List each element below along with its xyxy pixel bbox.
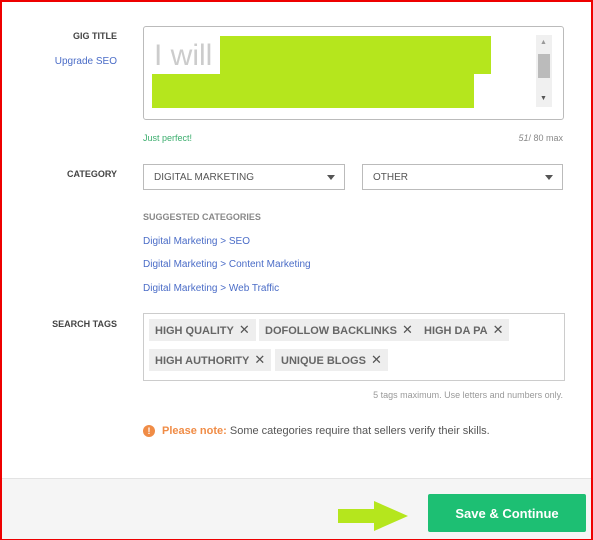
chevron-down-icon [545, 175, 553, 180]
tag: HIGH AUTHORITY ✕ [149, 349, 272, 371]
search-tags-label: SEARCH TAGS [52, 319, 117, 329]
tags-hint: 5 tags maximum. Use letters and numbers … [373, 390, 563, 400]
scroll-thumb[interactable] [538, 54, 550, 78]
chevron-down-icon [327, 175, 335, 180]
gig-title-textarea[interactable]: I will ▲ ▼ [143, 26, 564, 120]
subcategory-select[interactable]: OTHER [362, 164, 563, 190]
save-continue-button[interactable]: Save & Continue [428, 494, 586, 532]
note-text: Some categories require that sellers ver… [229, 425, 490, 437]
close-icon[interactable]: ✕ [239, 322, 250, 337]
redaction-block [152, 74, 474, 108]
scroll-down-icon[interactable]: ▼ [540, 95, 547, 102]
suggested-heading: SUGGESTED CATEGORIES [143, 212, 261, 222]
arrow-icon [338, 501, 408, 531]
gig-title-label: GIG TITLE [73, 31, 117, 41]
char-count: 51/ 80 max [518, 133, 563, 143]
info-icon: ! [143, 425, 155, 437]
tag: HIGH QUALITY ✕ [149, 319, 256, 341]
category-label: CATEGORY [66, 169, 117, 179]
tag: DOFOLLOW BACKLINKS ✕ [259, 319, 419, 341]
tag: UNIQUE BLOGS ✕ [275, 349, 388, 371]
suggested-category[interactable]: Digital Marketing > Web Traffic [143, 283, 279, 294]
suggested-category[interactable]: Digital Marketing > Content Marketing [143, 259, 311, 270]
close-icon[interactable]: ✕ [493, 322, 504, 337]
scrollbar[interactable]: ▲ ▼ [536, 35, 552, 107]
suggested-category[interactable]: Digital Marketing > SEO [143, 236, 250, 247]
redaction-block [220, 36, 491, 74]
title-text: I will [154, 39, 213, 72]
tags-input[interactable]: HIGH QUALITY ✕ DOFOLLOW BACKLINKS ✕ HIGH D… [143, 313, 565, 381]
upgrade-seo-link[interactable]: Upgrade SEO [0, 56, 117, 67]
close-icon[interactable]: ✕ [254, 352, 265, 367]
tag: HIGH DA PA ✕ [418, 319, 510, 341]
note-label: Please note: [162, 425, 227, 437]
category-select[interactable]: DIGITAL MARKETING [143, 164, 345, 190]
close-icon[interactable]: ✕ [402, 322, 413, 337]
close-icon[interactable]: ✕ [371, 352, 382, 367]
scroll-up-icon[interactable]: ▲ [540, 39, 547, 46]
title-status: Just perfect! [143, 133, 193, 143]
